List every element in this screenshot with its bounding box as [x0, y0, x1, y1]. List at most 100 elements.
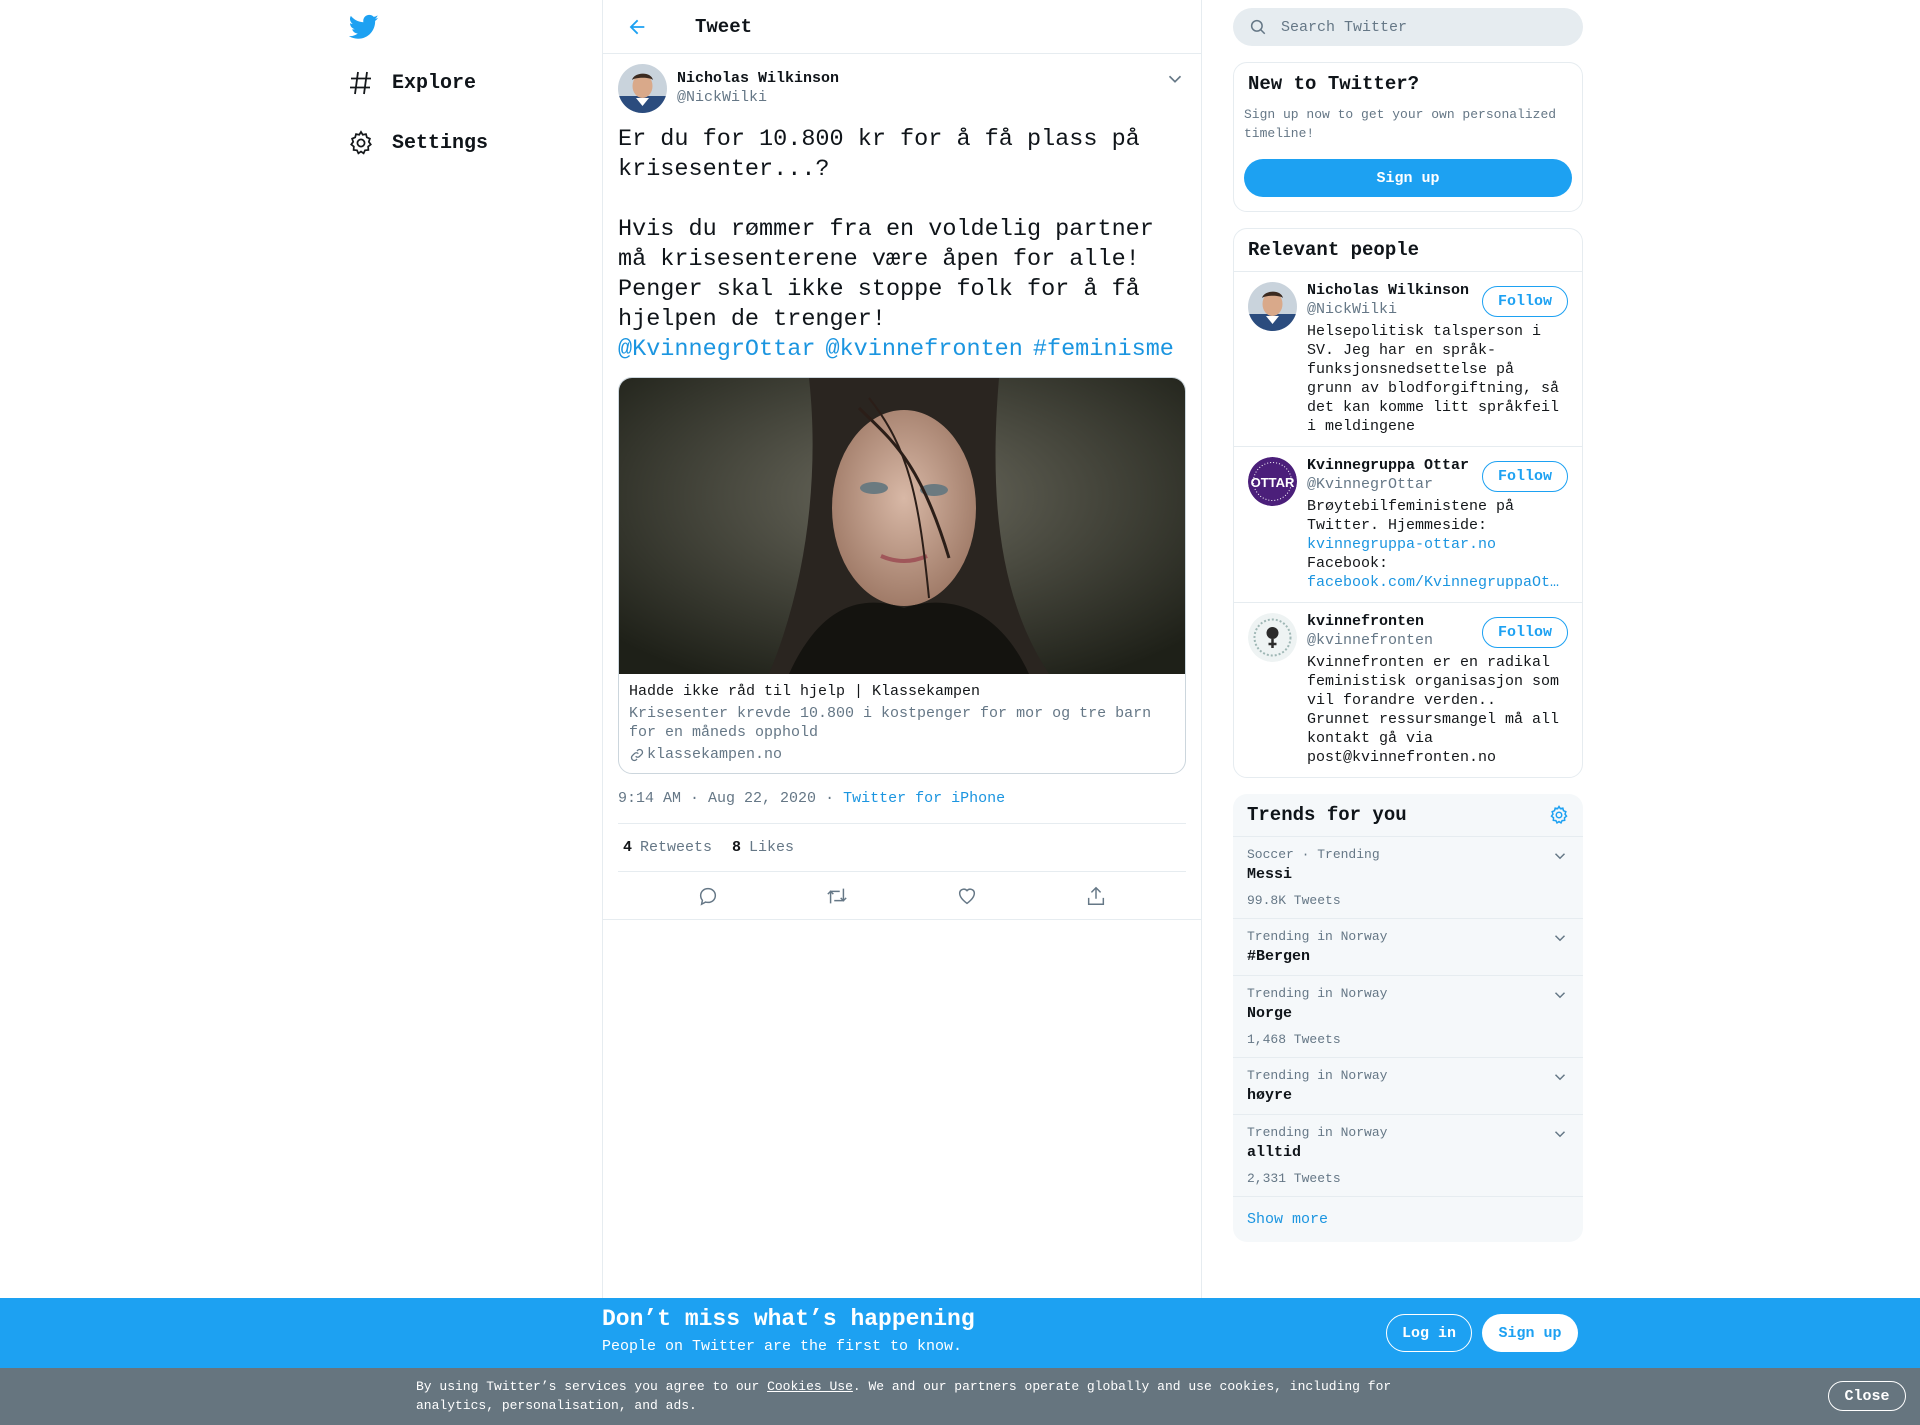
retweet-icon[interactable]	[819, 878, 855, 914]
tweet-header: Tweet	[603, 0, 1201, 54]
trend-name: høyre	[1247, 1087, 1293, 1104]
new-to-twitter-panel: New to Twitter? Sign up now to get your …	[1233, 62, 1583, 212]
cookie-text: By using Twitter’s services you agree to…	[416, 1377, 1416, 1415]
chevron-down-icon[interactable]	[1551, 929, 1569, 947]
tweet-metadata: 9:14 AM · Aug 22, 2020 · Twitter for iPh…	[618, 790, 1186, 824]
person-card[interactable]: Nicholas Wilkinson @NickWilki Helsepolit…	[1234, 272, 1582, 447]
meta-separator: ·	[825, 790, 835, 807]
avatar[interactable]	[1248, 282, 1297, 331]
cookie-bar: By using Twitter’s services you agree to…	[0, 1368, 1920, 1425]
trends-title: Trends for you	[1247, 804, 1407, 826]
trend-context: Trending in Norway	[1247, 1068, 1388, 1083]
chevron-down-icon[interactable]	[1551, 847, 1569, 865]
tweet-source[interactable]: Twitter for iPhone	[843, 790, 1005, 807]
login-button[interactable]: Log in	[1386, 1314, 1472, 1352]
person-card[interactable]: OTTAR Kvinnegruppa Ottar @KvinnegrOttar …	[1234, 447, 1582, 603]
signup-button[interactable]: Sign up	[1482, 1314, 1578, 1352]
tweet-text: Er du for 10.800 kr for å få plass på kr…	[618, 126, 1154, 333]
mention-link[interactable]: @kvinnefronten	[825, 336, 1022, 363]
trend-name: alltid	[1247, 1144, 1302, 1161]
tweet-author: Nicholas Wilkinson @NickWilki	[618, 64, 1186, 113]
bio-link[interactable]: kvinnegruppa-ottar.no	[1307, 535, 1567, 554]
nav-settings[interactable]: Settings	[340, 119, 488, 167]
trend-context: Soccer · Trending	[1247, 847, 1380, 862]
hashtag-icon	[340, 67, 382, 99]
mention-link[interactable]: @KvinnegrOttar	[618, 336, 815, 363]
tweet-stats: 4 Retweets 8 Likes	[618, 824, 1186, 872]
cookies-use-link[interactable]: Cookies Use	[767, 1379, 853, 1394]
relevant-people-panel: Relevant people Nicholas Wilkinson @Nick…	[1233, 228, 1583, 778]
retweets-stat[interactable]: 4 Retweets	[623, 839, 712, 856]
link-card[interactable]: Hadde ikke råd til hjelp | Klassekampen …	[618, 377, 1186, 774]
banner-subtitle: People on Twitter are the first to know.	[602, 1338, 963, 1355]
trend-item[interactable]: Trending in Norway alltid 2,331 Tweets	[1233, 1115, 1583, 1197]
trend-name: #Bergen	[1247, 948, 1311, 965]
gear-icon[interactable]	[1549, 805, 1569, 825]
main-column: Tweet Nicholas Wilkinson @NickWilki Er d…	[602, 0, 1202, 1300]
trend-context: Trending in Norway	[1247, 929, 1388, 944]
follow-button[interactable]: Follow	[1481, 461, 1568, 492]
likes-stat[interactable]: 8 Likes	[732, 839, 794, 856]
person-bio-text: Facebook:	[1307, 555, 1389, 572]
share-icon[interactable]	[1078, 878, 1114, 914]
trend-count: 2,331 Tweets	[1247, 1171, 1341, 1186]
retweets-label: Retweets	[640, 839, 713, 856]
likes-count: 8	[732, 839, 742, 856]
search-box[interactable]	[1233, 8, 1583, 46]
nav-explore-label: Explore	[392, 71, 477, 95]
chevron-down-icon[interactable]	[1551, 986, 1569, 1004]
chevron-down-icon[interactable]	[1551, 1125, 1569, 1143]
card-domain: klassekampen.no	[629, 746, 1175, 763]
show-more-link[interactable]: Show more	[1233, 1197, 1583, 1242]
trend-item[interactable]: Trending in Norway høyre	[1233, 1058, 1583, 1115]
person-bio: Helsepolitisk talsperson i SV. Jeg har e…	[1307, 323, 1560, 435]
search-icon	[1249, 18, 1267, 36]
avatar[interactable]	[618, 64, 667, 113]
follow-button[interactable]: Follow	[1481, 617, 1568, 648]
sidebar-signup-button[interactable]: Sign up	[1244, 159, 1572, 197]
nav-explore[interactable]: Explore	[340, 59, 476, 107]
trend-count: 99.8K Tweets	[1247, 893, 1341, 908]
person-card[interactable]: kvinnefronten @kvinnefronten Kvinnefront…	[1234, 603, 1582, 777]
bio-link[interactable]: facebook.com/KvinnegruppaOt…	[1307, 573, 1567, 592]
link-icon	[629, 747, 645, 763]
card-domain-text: klassekampen.no	[647, 746, 783, 763]
card-title: Hadde ikke råd til hjelp | Klassekampen	[629, 683, 981, 700]
follow-button[interactable]: Follow	[1481, 286, 1568, 317]
chevron-down-icon[interactable]	[1164, 68, 1186, 90]
tweet-actions	[603, 872, 1201, 920]
page-title: Tweet	[695, 15, 753, 38]
trend-context: Trending in Norway	[1247, 986, 1388, 1001]
reply-icon[interactable]	[690, 878, 726, 914]
author-handle[interactable]: @NickWilki	[677, 89, 839, 106]
twitter-logo-icon[interactable]	[349, 12, 379, 42]
card-image	[619, 378, 1185, 674]
person-bio: Kvinnefronten er en radikal feministisk …	[1307, 654, 1560, 766]
likes-label: Likes	[749, 839, 795, 856]
author-name[interactable]: Nicholas Wilkinson	[677, 70, 839, 87]
gear-icon	[340, 127, 382, 159]
tweet-mentions: @KvinnegrOttar @kvinnefronten #feminisme	[618, 335, 1186, 365]
cookie-text-before: By using Twitter’s services you agree to…	[416, 1379, 768, 1394]
back-arrow-icon[interactable]	[619, 9, 655, 45]
svg-text:OTTAR: OTTAR	[1251, 475, 1295, 490]
like-heart-icon[interactable]	[949, 878, 985, 914]
tweet-timestamp[interactable]: 9:14 AM · Aug 22, 2020	[618, 790, 816, 807]
hashtag-link[interactable]: #feminisme	[1033, 336, 1174, 363]
close-button[interactable]: Close	[1828, 1381, 1906, 1411]
trend-count: 1,468 Tweets	[1247, 1032, 1341, 1047]
person-bio: Brøytebilfeministene på Twitter. Hjemmes…	[1307, 497, 1567, 592]
chevron-down-icon[interactable]	[1551, 1068, 1569, 1086]
banner-title: Don’t miss what’s happening	[602, 1306, 975, 1332]
trend-context: Trending in Norway	[1247, 1125, 1388, 1140]
tweet-detail: Nicholas Wilkinson @NickWilki Er du for …	[603, 54, 1201, 920]
trend-name: Norge	[1247, 1005, 1293, 1022]
avatar[interactable]: OTTAR	[1248, 457, 1297, 506]
trend-item[interactable]: Soccer · Trending Messi 99.8K Tweets	[1233, 837, 1583, 919]
person-bio-text: Brøytebilfeministene på Twitter. Hjemmes…	[1307, 498, 1515, 534]
trend-item[interactable]: Trending in Norway #Bergen	[1233, 919, 1583, 976]
search-input[interactable]	[1279, 17, 1559, 37]
trend-item[interactable]: Trending in Norway Norge 1,468 Tweets	[1233, 976, 1583, 1058]
trends-header: Trends for you	[1233, 794, 1583, 837]
avatar[interactable]	[1248, 613, 1297, 662]
